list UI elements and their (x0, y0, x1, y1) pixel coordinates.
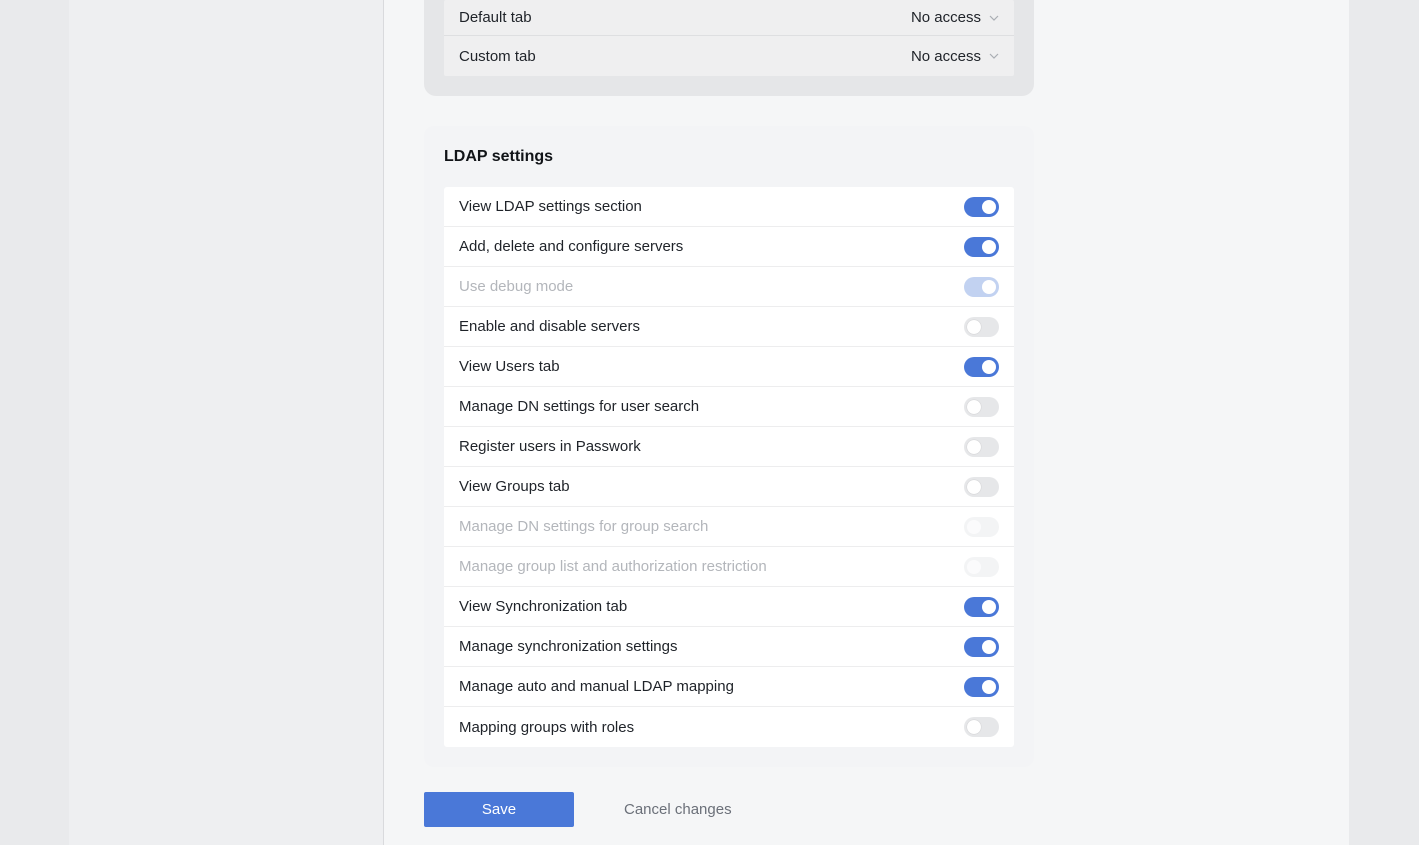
toggle-knob (967, 439, 981, 454)
permission-label: Manage synchronization settings (459, 638, 678, 655)
access-section: Default tab No access Custom tab No acce… (424, 0, 1034, 96)
permission-label: View Users tab (459, 358, 560, 375)
permission-toggle (964, 276, 999, 297)
permission-toggle[interactable] (964, 196, 999, 217)
permission-label: Manage DN settings for user search (459, 398, 700, 415)
toggle-knob (967, 720, 981, 734)
left-pane (69, 0, 384, 845)
permission-toggle[interactable] (964, 717, 999, 737)
permission-toggle[interactable] (964, 356, 999, 377)
permission-row: View LDAP settings section (444, 187, 1014, 227)
toggle-knob (967, 479, 981, 494)
permission-row: Enable and disable servers (444, 307, 1014, 347)
permission-label: Manage auto and manual LDAP mapping (459, 678, 734, 695)
save-button[interactable]: Save (424, 792, 574, 827)
ldap-permissions-list: View LDAP settings section Add, delete an… (444, 187, 1014, 747)
toggle-knob (982, 679, 996, 694)
permission-toggle[interactable] (964, 316, 999, 337)
toggle-knob (982, 239, 996, 254)
permission-label: View Groups tab (459, 478, 570, 495)
toggle-knob (967, 559, 981, 574)
access-row-label: Default tab (459, 9, 532, 26)
toggle-knob (982, 279, 996, 294)
permission-label: Register users in Passwork (459, 438, 641, 455)
permission-toggle[interactable] (964, 636, 999, 657)
toggle-knob (982, 599, 996, 614)
permission-label: Manage group list and authorization rest… (459, 558, 767, 575)
cancel-changes-button[interactable]: Cancel changes (624, 792, 732, 827)
permission-label: Mapping groups with roles (459, 718, 635, 736)
toggle-knob (982, 359, 996, 374)
permission-row: Use debug mode (444, 267, 1014, 307)
permission-toggle[interactable] (964, 476, 999, 497)
access-select[interactable]: No access (911, 9, 999, 26)
permission-row: Mapping groups with roles (444, 707, 1014, 747)
access-select[interactable]: No access (911, 48, 999, 65)
ldap-settings-card: LDAP settings View LDAP settings section… (424, 126, 1034, 767)
permission-toggle[interactable] (964, 236, 999, 257)
access-row-default-tab: Default tab No access (444, 0, 1014, 36)
permission-row: Add, delete and configure servers (444, 227, 1014, 267)
permission-row: Manage synchronization settings (444, 627, 1014, 667)
permission-toggle (964, 516, 999, 537)
permission-row: Manage auto and manual LDAP mapping (444, 667, 1014, 707)
permission-label: View Synchronization tab (459, 598, 628, 615)
permission-label: Add, delete and configure servers (459, 238, 684, 255)
permission-row: View Users tab (444, 347, 1014, 387)
permission-label: Use debug mode (459, 278, 574, 295)
permission-row: View Groups tab (444, 467, 1014, 507)
permission-toggle[interactable] (964, 436, 999, 457)
toggle-knob (967, 319, 981, 334)
permission-label: View LDAP settings section (459, 198, 642, 215)
access-row-custom-tab: Custom tab No access (444, 36, 1014, 76)
permission-row: Manage DN settings for user search (444, 387, 1014, 427)
permission-row: Manage DN settings for group search (444, 507, 1014, 547)
permission-row: Manage group list and authorization rest… (444, 547, 1014, 587)
access-list: Default tab No access Custom tab No acce… (444, 0, 1014, 76)
toggle-knob (982, 639, 996, 654)
access-select-value: No access (910, 47, 981, 65)
permission-toggle[interactable] (964, 676, 999, 697)
permission-toggle[interactable] (964, 396, 999, 417)
permission-row: Register users in Passwork (444, 427, 1014, 467)
permission-toggle[interactable] (964, 596, 999, 617)
page-frame: Default tab No access Custom tab No acce… (69, 0, 1349, 845)
toggle-knob (967, 519, 981, 534)
chevron-down-icon (989, 15, 999, 21)
permission-toggle (964, 556, 999, 577)
access-select-value: No access (910, 9, 981, 26)
toggle-knob (967, 399, 981, 414)
section-title: LDAP settings (444, 148, 554, 165)
permission-label: Enable and disable servers (459, 318, 640, 335)
permission-label: Manage DN settings for group search (459, 518, 709, 535)
permission-row: View Synchronization tab (444, 587, 1014, 627)
toggle-knob (982, 199, 996, 214)
access-row-label: Custom tab (459, 47, 536, 65)
chevron-down-icon (989, 53, 999, 59)
